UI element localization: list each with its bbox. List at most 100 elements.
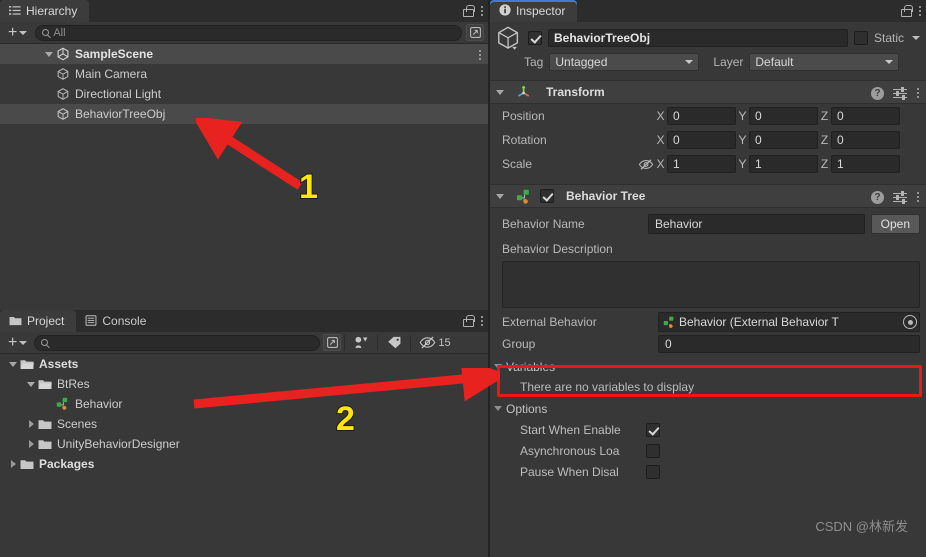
external-behavior-field[interactable]: Behavior (External Behavior T (658, 312, 920, 332)
expand-toggle-icon[interactable] (42, 51, 56, 57)
expand-toggle-icon[interactable] (6, 361, 20, 367)
layer-dropdown[interactable]: Default (749, 52, 900, 71)
scale-x-field[interactable]: 1 (667, 155, 736, 173)
behavior-tree-asset-icon (663, 316, 676, 329)
option-start-when-enabled-row: Start When Enable (490, 419, 926, 440)
rotation-z-field[interactable]: 0 (831, 131, 900, 149)
hierarchy-item-samplescene[interactable]: SampleScene (0, 44, 488, 64)
tag-dropdown[interactable]: Untagged (549, 52, 700, 71)
chevron-down-icon (685, 59, 694, 64)
object-picker-icon[interactable] (903, 315, 917, 329)
kebab-menu-icon[interactable] (918, 6, 922, 16)
preset-icon[interactable] (893, 87, 907, 100)
kebab-menu-icon[interactable] (480, 6, 484, 16)
options-foldout[interactable]: Options (490, 398, 926, 419)
scene-kebab-icon[interactable] (478, 50, 482, 60)
hierarchy-panel: Hierarchy + All SampleScene Main Camera … (0, 0, 488, 310)
tab-console[interactable]: Console (76, 310, 159, 332)
rotation-x-field[interactable]: 0 (667, 131, 736, 149)
project-item-btres[interactable]: BtRes (0, 374, 488, 394)
tab-inspector[interactable]: Inspector (490, 0, 578, 22)
project-search-expand-icon[interactable] (323, 334, 342, 351)
help-icon[interactable]: ? (871, 86, 884, 100)
tab-hierarchy[interactable]: Hierarchy (0, 0, 90, 22)
asynchronous-load-checkbox[interactable] (646, 443, 660, 458)
expand-toggle-icon[interactable] (24, 440, 38, 448)
expand-toggle-icon[interactable] (496, 193, 504, 199)
scale-y-value: 1 (755, 157, 762, 171)
hierarchy-item-directional-light[interactable]: Directional Light (0, 84, 488, 104)
kebab-menu-icon[interactable] (916, 88, 920, 98)
folder-icon (20, 458, 34, 470)
constrain-proportions-off-icon[interactable] (638, 158, 654, 171)
kebab-menu-icon[interactable] (480, 316, 484, 326)
scale-y-field[interactable]: 1 (749, 155, 818, 173)
hierarchy-search-expand-icon[interactable] (466, 24, 484, 41)
hidden-assets-count[interactable]: 15 (414, 333, 455, 353)
external-behavior-row: External Behavior Behavior (External Beh… (490, 308, 926, 332)
project-item-label: Behavior (75, 397, 123, 411)
expand-toggle-icon[interactable] (496, 89, 504, 95)
filter-by-label-icon[interactable] (381, 333, 407, 353)
variables-label: Variables (506, 359, 556, 374)
rotation-y-field[interactable]: 0 (749, 131, 818, 149)
project-item-behavior[interactable]: Behavior (0, 394, 488, 414)
chevron-down-icon (885, 59, 894, 64)
expand-toggle-icon[interactable] (494, 406, 502, 411)
group-field[interactable]: 0 (658, 335, 920, 353)
open-button[interactable]: Open (870, 214, 920, 234)
layer-value: Default (755, 54, 794, 69)
behavior-tree-asset-icon (56, 397, 70, 411)
transform-header-actions: ? (871, 81, 920, 105)
expand-toggle-icon[interactable] (24, 381, 38, 387)
behavior-name-label: Behavior Name (502, 217, 585, 231)
transform-component-header[interactable]: Transform ? (490, 80, 926, 104)
behavior-tree-title: Behavior Tree (566, 189, 646, 203)
help-icon[interactable]: ? (871, 190, 884, 204)
pause-when-disabled-checkbox[interactable] (646, 464, 660, 479)
project-item-scenes[interactable]: Scenes (0, 414, 488, 434)
static-dropdown-icon[interactable] (912, 35, 920, 40)
tag-label: Tag (524, 54, 544, 69)
position-x-field[interactable]: 0 (667, 107, 736, 125)
lock-icon[interactable] (462, 315, 475, 327)
variables-foldout[interactable]: Variables (490, 356, 926, 377)
behavior-tree-icon (516, 189, 530, 204)
project-item-unitybehaviordesigner[interactable]: UnityBehaviorDesigner (0, 434, 488, 454)
project-item-packages[interactable]: Packages (0, 454, 488, 474)
start-when-enabled-checkbox[interactable] (646, 422, 660, 437)
hierarchy-item-behaviortreeobj[interactable]: BehaviorTreeObj (0, 104, 488, 124)
behavior-name-value: Behavior (655, 217, 703, 231)
expand-toggle-icon[interactable] (6, 460, 20, 468)
position-z-field[interactable]: 0 (831, 107, 900, 125)
filter-by-type-icon[interactable] (348, 333, 374, 353)
lock-icon[interactable] (462, 5, 475, 17)
axis-z-label: Z (820, 133, 829, 147)
gameobject-cube-icon (56, 87, 70, 101)
hierarchy-add-button[interactable]: + (4, 24, 31, 40)
gameobject-name-field[interactable]: BehaviorTreeObj (548, 28, 848, 47)
behavior-tree-enabled-checkbox[interactable] (540, 189, 554, 203)
axis-z-label: Z (820, 157, 829, 171)
hierarchy-item-label: Main Camera (75, 67, 148, 81)
options-label: Options (506, 401, 548, 416)
expand-toggle-icon[interactable] (24, 420, 38, 428)
project-item-assets[interactable]: Assets (0, 354, 488, 374)
expand-toggle-icon[interactable] (494, 364, 502, 369)
gameobject-active-checkbox[interactable] (528, 30, 542, 45)
scale-z-field[interactable]: 1 (831, 155, 900, 173)
behavior-name-field[interactable]: Behavior (648, 214, 865, 234)
hierarchy-search-input[interactable]: All (35, 24, 462, 41)
position-y-field[interactable]: 0 (749, 107, 818, 125)
tab-project[interactable]: Project (0, 310, 77, 332)
preset-icon[interactable] (893, 191, 907, 204)
static-checkbox[interactable] (853, 30, 868, 45)
kebab-menu-icon[interactable] (916, 192, 920, 202)
project-add-button[interactable]: + (4, 334, 31, 350)
behavior-description-field[interactable] (502, 261, 920, 308)
project-search-input[interactable] (34, 334, 321, 351)
hierarchy-item-main-camera[interactable]: Main Camera (0, 64, 488, 84)
inspector-panel: Inspector BehaviorTreeObj Static Tag Unt… (490, 0, 926, 557)
lock-icon[interactable] (900, 5, 913, 17)
behavior-tree-component-header[interactable]: Behavior Tree ? (490, 184, 926, 208)
